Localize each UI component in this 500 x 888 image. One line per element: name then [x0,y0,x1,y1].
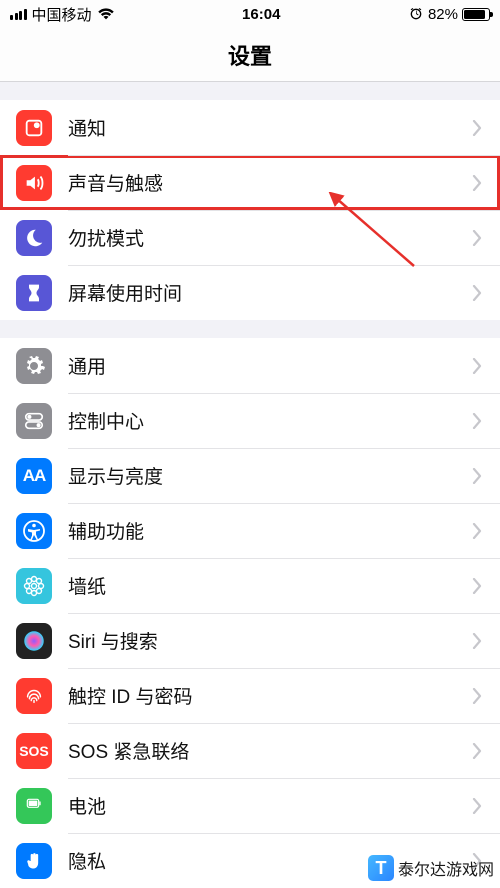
touchid-icon [16,678,52,714]
carrier-label: 中国移动 [32,4,92,25]
watermark: T 泰尔达游戏网 [368,855,494,881]
hour-icon [16,275,52,311]
chevron-right-icon [472,798,482,814]
access-icon [16,513,52,549]
row-label: 声音与触感 [68,169,472,196]
row-label: 电池 [68,792,472,819]
chevron-right-icon [472,743,482,759]
settings-row-bell[interactable]: 通知 [0,100,500,155]
row-label: 辅助功能 [68,517,472,544]
alarm-icon [408,6,424,22]
chevron-right-icon [472,578,482,594]
AA-icon: AA [16,458,52,494]
chevron-right-icon [472,413,482,429]
chevron-right-icon [472,175,482,191]
settings-row-hour[interactable]: 屏幕使用时间 [0,265,500,320]
settings-group-1: 通知声音与触感勿扰模式屏幕使用时间 [0,100,500,320]
status-bar: 中国移动 16:04 82% [0,0,500,28]
siri-icon [16,623,52,659]
status-left: 中国移动 [10,4,115,25]
nav-bar: 设置 [0,28,500,82]
settings-row-moon[interactable]: 勿扰模式 [0,210,500,265]
chevron-right-icon [472,120,482,136]
chevron-right-icon [472,633,482,649]
settings-row-battery[interactable]: 电池 [0,778,500,833]
settings-row-gear[interactable]: 通用 [0,338,500,393]
row-label: 显示与亮度 [68,462,472,489]
row-label: 墙纸 [68,572,472,599]
settings-row-AA[interactable]: AA 显示与亮度 [0,448,500,503]
settings-row-toggle[interactable]: 控制中心 [0,393,500,448]
watermark-logo-icon: T [368,855,394,881]
sound-icon [16,165,52,201]
row-label: 屏幕使用时间 [68,279,472,306]
signal-icon [10,9,27,20]
chevron-right-icon [472,688,482,704]
moon-icon [16,220,52,256]
settings-row-touchid[interactable]: 触控 ID 与密码 [0,668,500,723]
settings-row-sound[interactable]: 声音与触感 [0,155,500,210]
settings-group-2: 通用控制中心AA显示与亮度辅助功能墙纸Siri 与搜索触控 ID 与密码SOSS… [0,338,500,888]
chevron-right-icon [472,230,482,246]
row-label: Siri 与搜索 [68,627,472,654]
chevron-right-icon [472,523,482,539]
wifi-icon [97,7,115,21]
row-label: SOS 紧急联络 [68,737,472,764]
sos-icon: SOS [16,733,52,769]
chevron-right-icon [472,468,482,484]
battery-pct: 82% [428,6,458,23]
flower-icon [16,568,52,604]
row-label: 控制中心 [68,407,472,434]
toggle-icon [16,403,52,439]
row-label: 勿扰模式 [68,224,472,251]
settings-row-sos[interactable]: SOS SOS 紧急联络 [0,723,500,778]
hand-icon [16,843,52,879]
chevron-right-icon [472,285,482,301]
watermark-text: 泰尔达游戏网 [398,856,494,880]
status-time: 16:04 [242,6,280,23]
row-label: 触控 ID 与密码 [68,682,472,709]
battery-icon [462,8,490,21]
settings-row-access[interactable]: 辅助功能 [0,503,500,558]
page-title: 设置 [228,39,272,71]
battery-icon [16,788,52,824]
settings-row-siri[interactable]: Siri 与搜索 [0,613,500,668]
row-label: 通知 [68,114,472,141]
status-right: 82% [408,6,490,23]
settings-row-flower[interactable]: 墙纸 [0,558,500,613]
chevron-right-icon [472,358,482,374]
gear-icon [16,348,52,384]
bell-icon [16,110,52,146]
row-label: 通用 [68,352,472,379]
